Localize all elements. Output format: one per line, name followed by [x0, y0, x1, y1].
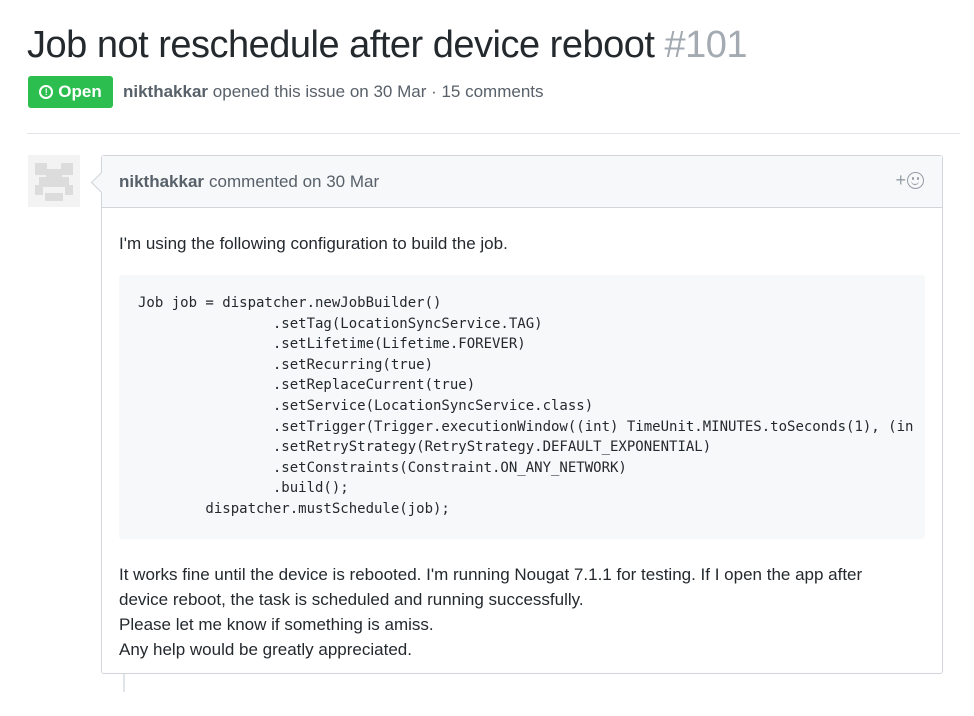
comment-intro: I'm using the following configuration to…	[119, 234, 508, 253]
comment-line-1: It works fine until the device is reboot…	[119, 565, 863, 584]
comment-author-link[interactable]: nikthakkar	[119, 172, 204, 192]
header-divider	[27, 133, 960, 134]
comment-line-2: device reboot, the task is scheduled and…	[119, 590, 584, 609]
comment-box: nikthakkar commented on 30 Mar + I'm usi…	[101, 155, 943, 674]
code-block: Job job = dispatcher.newJobBuilder() .se…	[119, 275, 925, 539]
alert-circle-icon: !	[39, 85, 54, 99]
issue-title: Job not reschedule after device reboot #…	[27, 22, 748, 68]
avatar[interactable]	[28, 155, 80, 207]
smiley-icon	[907, 172, 924, 189]
status-badge-label: Open	[58, 82, 102, 101]
issue-title-text: Job not reschedule after device reboot	[27, 24, 655, 66]
issue-meta-text: opened this issue on 30 Mar · 15 comment…	[212, 82, 544, 101]
comment-timestamp[interactable]: commented on 30 Mar	[209, 172, 379, 192]
comment-paragraphs: It works fine until the device is reboot…	[119, 562, 925, 662]
timeline-line	[123, 674, 125, 692]
comment-header: nikthakkar commented on 30 Mar +	[102, 156, 942, 208]
comment-line-4: Any help would be greatly appreciated.	[119, 640, 412, 659]
plus-icon: +	[895, 170, 906, 190]
add-reaction-button[interactable]: +	[895, 170, 924, 191]
issue-number: #101	[664, 24, 748, 66]
comment-line-3: Please let me know if something is amiss…	[119, 615, 434, 634]
issue-meta: nikthakkar opened this issue on 30 Mar ·…	[123, 82, 544, 102]
comment-body: I'm using the following configuration to…	[102, 208, 942, 662]
issue-author-link[interactable]: nikthakkar	[123, 82, 208, 101]
status-badge: ! Open	[28, 76, 113, 108]
